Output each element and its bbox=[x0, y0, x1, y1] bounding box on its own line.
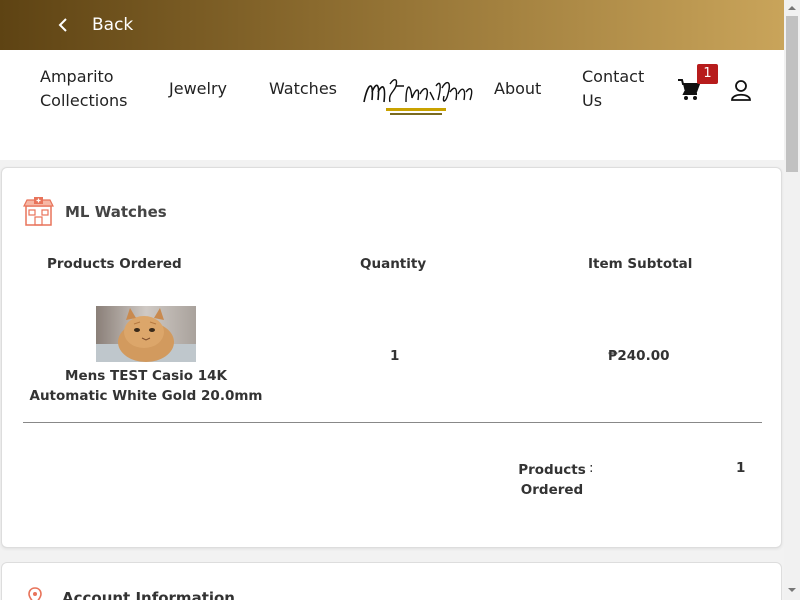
back-label: Back bbox=[92, 15, 134, 35]
nav-about[interactable]: About bbox=[494, 77, 541, 101]
scroll-down-arrow-icon[interactable] bbox=[788, 586, 796, 594]
cart-count-badge: 1 bbox=[697, 64, 718, 84]
product-name: Mens TEST Casio 14K Automatic White Gold… bbox=[29, 368, 263, 404]
user-icon[interactable] bbox=[729, 78, 753, 102]
store-icon bbox=[23, 197, 54, 226]
product-image bbox=[96, 306, 196, 362]
page-scrollbar[interactable] bbox=[784, 0, 800, 600]
summary-products-ordered-label: Products Ordered bbox=[518, 462, 586, 498]
product-subtotal: ₱240.00 bbox=[608, 348, 670, 364]
scrollbar-thumb[interactable] bbox=[786, 16, 798, 172]
back-button[interactable]: Back bbox=[56, 15, 133, 35]
location-pin-icon bbox=[28, 587, 42, 600]
top-bar: Back bbox=[0, 0, 784, 50]
chevron-left-icon bbox=[58, 18, 67, 32]
nav-watches[interactable]: Watches bbox=[269, 77, 337, 101]
account-information-title: Account Information bbox=[62, 589, 235, 600]
account-info-card: Account Information bbox=[1, 562, 782, 600]
summary-colon: : bbox=[589, 460, 594, 476]
order-card: ML Watches Products Ordered Quantity Ite… bbox=[1, 167, 782, 548]
nav-jewelry[interactable]: Jewelry bbox=[169, 77, 227, 101]
brand-logo[interactable] bbox=[360, 72, 476, 122]
store-name: ML Watches bbox=[65, 203, 167, 221]
header-item-subtotal: Item Subtotal bbox=[588, 256, 693, 272]
nav-contact-us[interactable]: Contact Us bbox=[582, 65, 662, 113]
summary-products-ordered-value: 1 bbox=[736, 460, 746, 476]
scroll-up-arrow-icon[interactable] bbox=[788, 4, 796, 12]
site-header: Amparito Collections Jewelry Watches Abo… bbox=[0, 50, 784, 160]
product-quantity: 1 bbox=[390, 348, 400, 364]
header-products-ordered: Products Ordered bbox=[47, 256, 182, 272]
nav-amparito-collections[interactable]: Amparito Collections bbox=[40, 65, 150, 113]
header-quantity: Quantity bbox=[360, 256, 427, 272]
divider bbox=[23, 422, 762, 423]
